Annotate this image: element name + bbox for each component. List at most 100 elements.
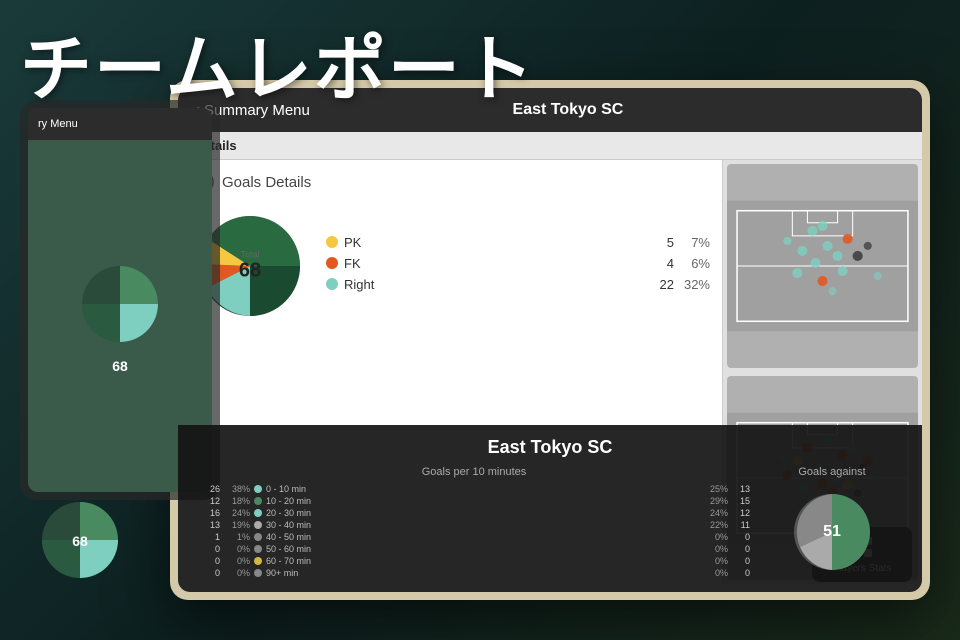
- bg-nav-text: ry Menu: [38, 118, 78, 130]
- device-wrapper: ‹ Summary Menu East Tokyo SC Details: [170, 80, 930, 600]
- time-right-num: 11: [732, 520, 750, 530]
- time-left-num: 12: [198, 496, 220, 506]
- time-color-dot: [254, 485, 262, 493]
- time-right-pct: 0%: [702, 532, 728, 542]
- goals-per-10-title: Goals per 10 minutes: [198, 466, 750, 478]
- time-color-dot: [254, 569, 262, 577]
- time-right-num: 0: [732, 532, 750, 542]
- bg-total-num: 68: [112, 358, 128, 374]
- time-left-pct: 0%: [224, 568, 250, 578]
- time-left-num: 13: [198, 520, 220, 530]
- fk-dot: [326, 257, 338, 269]
- time-left-num: 0: [198, 556, 220, 566]
- time-rows-container: 26 38% 0 - 10 min 25% 13 12 18% 10 - 20 …: [198, 484, 750, 578]
- time-left-num: 26: [198, 484, 220, 494]
- time-right-pct: 0%: [702, 568, 728, 578]
- time-right-num: 12: [732, 508, 750, 518]
- bottom-pie-num: 68: [72, 533, 88, 549]
- time-color-dot: [254, 545, 262, 553]
- goals-against-section: Goals against 51: [762, 466, 902, 580]
- time-row: 12 18% 10 - 20 min 29% 15: [198, 496, 750, 506]
- bottom-pie-svg: 68: [40, 500, 120, 580]
- time-period-label: 60 - 70 min: [266, 556, 698, 566]
- time-right-num: 0: [732, 544, 750, 554]
- time-right-pct: 0%: [702, 556, 728, 566]
- time-right-pct: 24%: [702, 508, 728, 518]
- pk-name: PK: [344, 235, 648, 250]
- time-right-pct: 25%: [702, 484, 728, 494]
- overlay-card: East Tokyo SC Goals per 10 minutes 26 38…: [178, 425, 922, 592]
- pie-total-text: Total: [239, 250, 261, 260]
- time-row: 0 0% 90+ min 0% 0: [198, 568, 750, 578]
- time-left-pct: 38%: [224, 484, 250, 494]
- time-left-pct: 0%: [224, 556, 250, 566]
- time-right-num: 0: [732, 556, 750, 566]
- page-title: チームレポート: [20, 10, 536, 115]
- time-left-pct: 24%: [224, 508, 250, 518]
- time-row: 0 0% 60 - 70 min 0% 0: [198, 556, 750, 566]
- details-bar: Details: [178, 132, 922, 160]
- time-color-dot: [254, 497, 262, 505]
- time-row: 26 38% 0 - 10 min 25% 13: [198, 484, 750, 494]
- time-left-num: 0: [198, 568, 220, 578]
- time-row: 1 1% 40 - 50 min 0% 0: [198, 532, 750, 542]
- time-row: 16 24% 20 - 30 min 24% 12: [198, 508, 750, 518]
- right-pct: 32%: [680, 277, 710, 292]
- time-left-num: 0: [198, 544, 220, 554]
- time-row: 13 19% 30 - 40 min 22% 11: [198, 520, 750, 530]
- time-left-pct: 19%: [224, 520, 250, 530]
- time-right-num: 0: [732, 568, 750, 578]
- goals-details-row: Total 68 PK 5 7%: [190, 206, 710, 326]
- app-screen: ‹ Summary Menu East Tokyo SC Details: [178, 88, 922, 592]
- fk-count: 4: [654, 256, 674, 271]
- right-dot: [326, 278, 338, 290]
- time-period-label: 90+ min: [266, 568, 698, 578]
- goals-details-header: Goals Details: [190, 170, 710, 194]
- time-color-dot: [254, 533, 262, 541]
- right-count: 22: [654, 277, 674, 292]
- goals-legend: PK 5 7% FK 4 6% Right: [326, 235, 710, 298]
- bg-pie-chart: [80, 264, 160, 344]
- time-period-label: 50 - 60 min: [266, 544, 698, 554]
- time-row: 0 0% 50 - 60 min 0% 0: [198, 544, 750, 554]
- fk-pct: 6%: [680, 256, 710, 271]
- time-color-dot: [254, 509, 262, 517]
- time-left-num: 1: [198, 532, 220, 542]
- time-left-pct: 0%: [224, 544, 250, 554]
- time-period-label: 20 - 30 min: [266, 508, 698, 518]
- legend-item-right: Right 22 32%: [326, 277, 710, 292]
- right-name: Right: [344, 277, 648, 292]
- goals-per-10-section: Goals per 10 minutes 26 38% 0 - 10 min 2…: [198, 466, 750, 580]
- time-period-label: 10 - 20 min: [266, 496, 698, 506]
- overlay-team-name: East Tokyo SC: [194, 437, 906, 458]
- time-period-label: 30 - 40 min: [266, 520, 698, 530]
- pk-dot: [326, 236, 338, 248]
- goals-against-title: Goals against: [798, 466, 865, 478]
- pie-total-num: 68: [239, 260, 261, 282]
- time-color-dot: [254, 521, 262, 529]
- time-left-pct: 1%: [224, 532, 250, 542]
- top-field-diagram: [727, 164, 918, 368]
- time-right-pct: 29%: [702, 496, 728, 506]
- pk-pct: 7%: [680, 235, 710, 250]
- time-right-num: 13: [732, 484, 750, 494]
- goals-details-title: Goals Details: [222, 174, 311, 191]
- time-left-pct: 18%: [224, 496, 250, 506]
- field-svg-top: [727, 164, 918, 368]
- time-color-dot: [254, 557, 262, 565]
- time-period-label: 40 - 50 min: [266, 532, 698, 542]
- time-right-num: 15: [732, 496, 750, 506]
- pie-total-label: Total 68: [239, 250, 261, 283]
- legend-item-fk: FK 4 6%: [326, 256, 710, 271]
- against-pie-total: 51: [823, 523, 841, 541]
- bottom-left-pie: 68: [40, 500, 120, 580]
- time-period-label: 0 - 10 min: [266, 484, 698, 494]
- time-left-num: 16: [198, 508, 220, 518]
- bottom-stats: Goals per 10 minutes 26 38% 0 - 10 min 2…: [194, 466, 906, 580]
- fk-name: FK: [344, 256, 648, 271]
- goals-against-pie: 51: [792, 492, 872, 572]
- time-right-pct: 22%: [702, 520, 728, 530]
- legend-item-pk: PK 5 7%: [326, 235, 710, 250]
- pk-count: 5: [654, 235, 674, 250]
- time-right-pct: 0%: [702, 544, 728, 554]
